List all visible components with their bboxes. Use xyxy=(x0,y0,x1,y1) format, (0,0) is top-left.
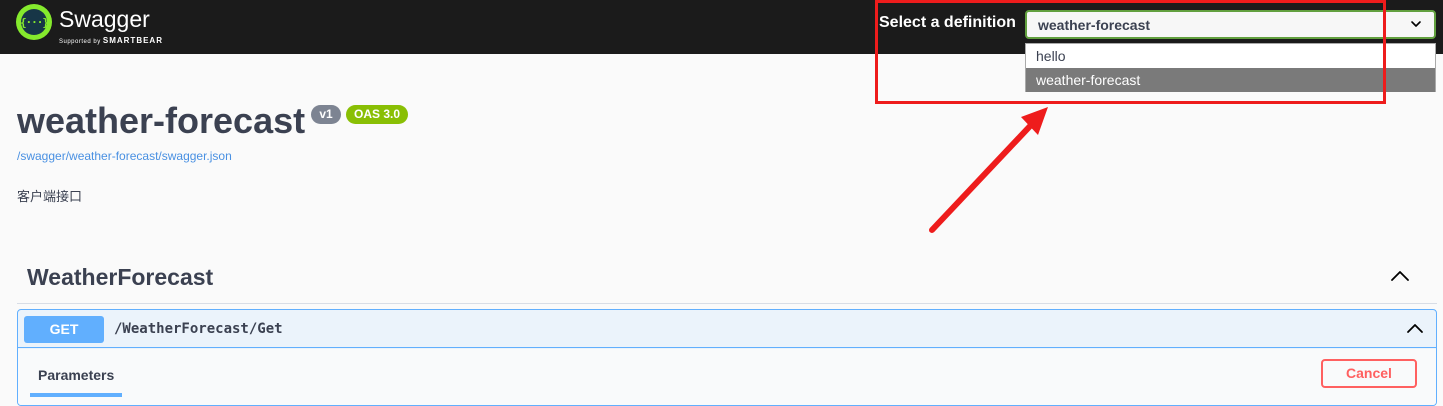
tab-active-underline xyxy=(30,393,122,397)
tab-parameters[interactable]: Parameters xyxy=(38,367,114,383)
swagger-logo-glyph: {···} xyxy=(20,9,49,35)
brand-tagline: Supported by SMARTBEAR xyxy=(59,36,163,45)
oas-badge: OAS 3.0 xyxy=(346,105,408,124)
chevron-down-icon xyxy=(1411,21,1421,27)
swagger-logo-icon[interactable]: {···} xyxy=(16,4,52,40)
operation-summary[interactable]: GET /WeatherForecast/Get xyxy=(18,310,1436,348)
chevron-up-icon[interactable] xyxy=(1389,268,1411,284)
chevron-up-icon[interactable] xyxy=(1405,321,1425,335)
annotation-highlight-box xyxy=(875,0,1386,104)
api-description: 客户端接口 xyxy=(17,189,83,204)
brand-name[interactable]: Swagger xyxy=(59,6,150,33)
spec-json-link[interactable]: /swagger/weather-forecast/swagger.json xyxy=(17,149,232,163)
api-title: weather-forecast xyxy=(17,100,306,141)
parameters-section-header: Parameters Cancel xyxy=(18,349,1436,405)
tag-divider xyxy=(17,303,1437,304)
cancel-button[interactable]: Cancel xyxy=(1321,359,1417,388)
annotation-arrow-icon xyxy=(929,107,1048,233)
operation-block-get: GET /WeatherForecast/Get Parameters Canc… xyxy=(17,309,1437,406)
brand-tagline-prefix: Supported by xyxy=(59,39,101,45)
method-badge: GET xyxy=(24,316,104,343)
tag-title[interactable]: WeatherForecast xyxy=(27,264,213,291)
version-badge: v1 xyxy=(311,105,341,124)
brand-tagline-company: SMARTBEAR xyxy=(102,36,163,45)
operation-path: /WeatherForecast/Get xyxy=(114,321,283,337)
